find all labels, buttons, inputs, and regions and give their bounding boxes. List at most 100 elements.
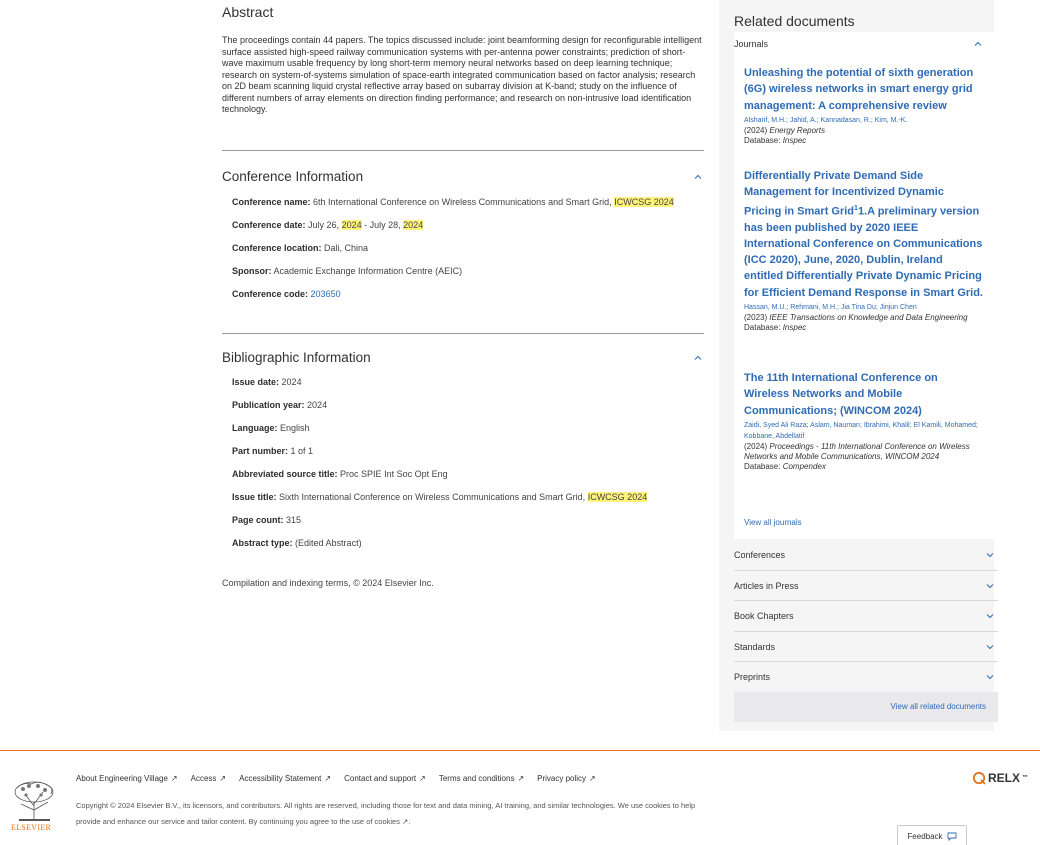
related-doc-source: (2023) IEEE Transactions on Knowledge an… (744, 313, 984, 323)
related-doc-title[interactable]: The 11th International Conference on Wir… (744, 370, 984, 419)
conference-location-label: Conference location: (232, 242, 322, 253)
category-label: Preprints (734, 672, 771, 682)
section-divider (222, 332, 704, 334)
conference-date-field: Conference date: July 26, 2024 - July 28… (222, 219, 704, 242)
chevron-up-icon[interactable] (692, 352, 704, 364)
related-doc-database-label: Database: (744, 461, 781, 471)
category-articles-in-press[interactable]: Articles in Press (734, 570, 998, 601)
relx-logo[interactable]: RELX ™ (972, 771, 1028, 785)
related-doc-journal: Energy Reports (769, 125, 825, 135)
related-doc-journal: Proceedings - 11th International Confere… (744, 441, 970, 461)
category-label: Standards (734, 642, 776, 652)
related-doc-title-part[interactable]: 1.A preliminary version has been publish… (744, 205, 983, 298)
conference-date-label: Conference date: (232, 219, 306, 230)
related-doc-authors[interactable]: Hassan, M.U.; Rehmani, M.H.; Jia Tina Du… (744, 302, 984, 313)
page-count-label: Page count: (232, 514, 284, 525)
footer-link-terms[interactable]: Terms and conditions ↗ (439, 774, 524, 783)
chevron-down-icon[interactable] (984, 549, 996, 561)
abstract-text: The proceedings contain 44 papers. The t… (222, 35, 702, 114)
external-link-icon: ↗ (324, 774, 332, 783)
journals-header[interactable]: Journals (734, 38, 984, 50)
part-number-field: Part number: 1 of 1 (222, 445, 704, 468)
view-all-journals-link[interactable]: View all journals (744, 518, 802, 527)
feedback-label: Feedback (907, 831, 943, 841)
conference-code-link[interactable]: 203650 (311, 289, 341, 299)
chevron-up-icon[interactable] (972, 38, 984, 50)
compilation-note: Compilation and indexing terms, © 2024 E… (222, 577, 434, 588)
elsevier-wordmark: ELSEVIER (11, 823, 52, 832)
abstract-type-label: Abstract type: (232, 537, 293, 548)
abbreviated-source-value: Proc SPIE Int Soc Opt Eng (340, 468, 448, 479)
category-label: Book Chapters (734, 611, 794, 621)
sponsor-field: Sponsor: Academic Exchange Information C… (222, 265, 704, 288)
footer-link-access[interactable]: Access ↗ (191, 774, 227, 783)
related-doc-title[interactable]: Unleashing the potential of sixth genera… (744, 65, 984, 114)
related-doc-authors[interactable]: Zaidi, Syed Ali Raza; Aslam, Nauman; Ibr… (744, 420, 984, 442)
conference-code-field: Conference code: 203650 (222, 288, 704, 311)
page-count-value: 315 (286, 514, 302, 525)
issue-title-field: Issue title: Sixth International Confere… (222, 491, 704, 514)
related-doc-database: Database: Inspec (744, 323, 984, 333)
external-link-icon: ↗ (517, 774, 525, 783)
conference-date-highlight-1: 2024 (341, 219, 362, 230)
footer-link-about[interactable]: About Engineering Village ↗ (76, 774, 178, 783)
journals-panel: Journals Unleashing the potential of six… (734, 32, 998, 539)
related-doc-source: (2024) Proceedings - 11th International … (744, 442, 984, 462)
related-doc-year: (2024) (744, 125, 768, 135)
footer-link-label: Terms and conditions (438, 774, 515, 783)
footer-link-label: Accessibility Statement (239, 774, 322, 783)
issue-title-label: Issue title: (232, 491, 277, 502)
footer-link-label: Access (190, 774, 217, 783)
chevron-down-icon[interactable] (984, 610, 996, 622)
category-label: Conferences (734, 549, 786, 560)
related-doc-database: Database: Inspec (744, 136, 984, 146)
external-link-icon: ↗ (219, 774, 227, 783)
footer-links: About Engineering Village ↗ Access ↗ Acces… (76, 774, 596, 783)
chevron-up-icon[interactable] (692, 171, 704, 183)
related-documents-panel: Related documents Journals Unleashing th… (719, 0, 998, 731)
category-label: Articles in Press (734, 581, 799, 591)
abstract-heading: Abstract (222, 4, 274, 20)
related-doc-authors[interactable]: Alsharif, M.H.; Jahid, A.; Kannadasan, R… (744, 115, 984, 126)
publication-year-field: Publication year: 2024 (222, 399, 704, 422)
conference-name-field: Conference name: 6th International Confe… (222, 196, 704, 219)
section-divider (222, 149, 704, 151)
related-doc-source: (2024) Energy Reports (744, 126, 984, 136)
chevron-down-icon[interactable] (984, 580, 996, 592)
issue-date-field: Issue date: 2024 (222, 376, 704, 399)
footer-link-accessibility[interactable]: Accessibility Statement ↗ (239, 774, 331, 783)
feedback-button[interactable]: Feedback (897, 825, 967, 845)
main-content: Abstract The proceedings contain 44 pape… (222, 0, 704, 588)
related-doc-journal: IEEE Transactions on Knowledge and Data … (769, 313, 968, 323)
conference-code-label: Conference code: (232, 288, 309, 299)
conference-name-highlight: ICWCSG 2024 (614, 196, 674, 207)
chevron-down-icon[interactable] (984, 671, 996, 683)
copyright-text: Copyright © 2024 Elsevier B.V., its lice… (76, 801, 696, 826)
publication-year-label: Publication year: (232, 399, 305, 410)
related-doc-title[interactable]: Differentially Private Demand Side Manag… (744, 168, 984, 301)
issue-title-highlight: ICWCSG 2024 (587, 491, 648, 502)
bibliographic-section-header[interactable]: Bibliographic Information (222, 350, 704, 366)
language-label: Language: (232, 422, 278, 433)
related-doc-database-value: Compendex (782, 461, 826, 471)
abbreviated-source-field: Abbreviated source title: Proc SPIE Int … (222, 468, 704, 491)
footer-divider (0, 750, 1040, 751)
copyright-notice: Copyright © 2024 Elsevier B.V., its lice… (76, 801, 696, 826)
footer-link-label: Privacy policy (537, 774, 587, 783)
category-preprints[interactable]: Preprints (734, 661, 998, 692)
category-standards[interactable]: Standards (734, 631, 998, 662)
category-conferences[interactable]: Conferences (734, 539, 998, 570)
conference-name-value: 6th International Conference on Wireless… (313, 196, 612, 207)
relx-trademark: ™ (1022, 775, 1029, 781)
relx-wordmark: RELX (988, 771, 1021, 785)
chevron-down-icon[interactable] (984, 641, 996, 653)
conference-section-title: Conference Information (222, 169, 364, 184)
footer-link-contact[interactable]: Contact and support ↗ (344, 774, 426, 783)
conference-section-header[interactable]: Conference Information (222, 169, 704, 185)
related-documents-title: Related documents (734, 13, 855, 29)
category-book-chapters[interactable]: Book Chapters (734, 600, 998, 631)
external-link-icon[interactable]: ↗ (400, 817, 408, 826)
sponsor-value: Academic Exchange Information Centre (AE… (273, 265, 463, 276)
view-all-related-documents-button[interactable]: View all related documents (734, 692, 998, 722)
footer-link-privacy[interactable]: Privacy policy ↗ (537, 774, 596, 783)
